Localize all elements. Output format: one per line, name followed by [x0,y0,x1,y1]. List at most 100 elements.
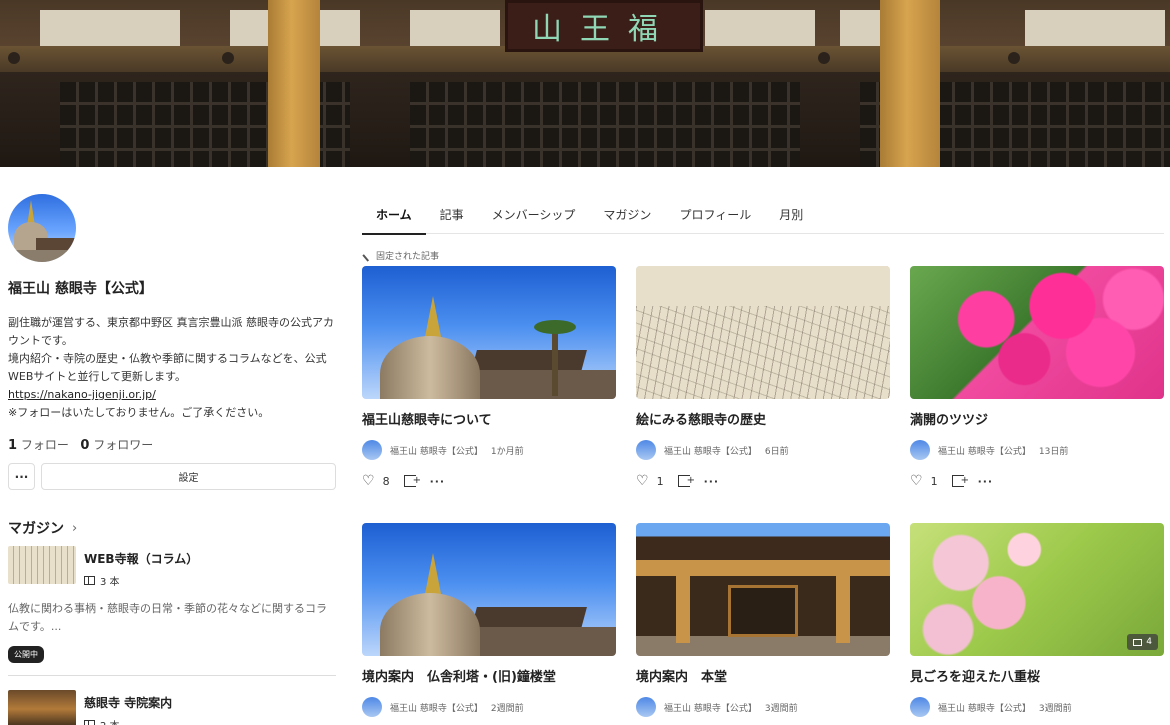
article-thumbnail[interactable] [636,266,890,399]
article-title[interactable]: 福王山慈眼寺について [362,409,616,428]
avatar[interactable] [8,194,76,262]
banner-ornament [8,52,20,64]
divider [8,675,336,676]
add-to-magazine-icon[interactable] [951,475,969,487]
article-card[interactable]: 絵にみる慈眼寺の歴史 福王山 慈眼寺【公式】 6日前 ♡ 1 ··· [636,266,890,488]
banner-panel [1025,10,1165,46]
article-thumbnail[interactable] [362,523,616,656]
tab-magazine[interactable]: マガジン [589,198,665,234]
add-to-magazine-icon[interactable] [677,475,695,487]
more-options-button[interactable]: ··· [8,463,35,490]
author-avatar[interactable] [362,440,382,460]
followers-label: フォロワー [93,438,154,452]
post-time: 2週間前 [490,703,524,714]
post-time: 3週間前 [764,703,798,714]
status-badge: 公開中 [8,646,44,663]
author-name[interactable]: 福王山 慈眼寺【公式】 [664,701,757,714]
pinned-label: 固定された記事 [362,249,440,262]
image-count-badge: 4 [1127,634,1158,650]
article-thumbnail[interactable] [910,266,1164,399]
magazine-thumbnail [8,546,76,584]
article-card[interactable]: 福王山慈眼寺について 福王山 慈眼寺【公式】 1か月前 ♡ 8 ··· [362,266,616,488]
author-avatar[interactable] [910,440,930,460]
magazine-section-heading[interactable]: マガジン › [8,518,336,538]
magazine-title: 慈眼寺 寺院案内 [84,696,173,710]
heart-icon[interactable]: ♡ [636,474,649,488]
settings-button[interactable]: 設定 [41,463,336,490]
banner-ornament [818,52,830,64]
post-time: 3週間前 [1038,703,1072,714]
author-avatar[interactable] [636,697,656,717]
following-label: フォロー [20,438,69,452]
book-icon [84,720,95,725]
author-avatar[interactable] [362,697,382,717]
like-count: 1 [656,474,664,488]
banner-pillar [268,0,320,167]
heart-icon[interactable]: ♡ [362,474,375,488]
article-card[interactable]: 境内案内 本堂 福王山 慈眼寺【公式】 3週間前 [636,523,890,717]
more-options-icon[interactable]: ··· [978,475,994,488]
magazine-count: 3 本 [84,573,198,588]
profile-name: 福王山 慈眼寺【公式】 [8,281,153,297]
add-to-magazine-icon[interactable] [403,475,421,487]
author-avatar[interactable] [636,440,656,460]
pin-icon [362,249,374,262]
author-name[interactable]: 福王山 慈眼寺【公式】 [938,701,1031,714]
author-name[interactable]: 福王山 慈眼寺【公式】 [938,444,1031,457]
author-name[interactable]: 福王山 慈眼寺【公式】 [390,701,483,714]
banner-pillar [880,0,940,167]
article-title[interactable]: 絵にみる慈眼寺の歴史 [636,409,890,428]
post-time: 13日前 [1038,446,1069,457]
article-thumbnail[interactable] [636,523,890,656]
banner-ornament [222,52,234,64]
following-link[interactable]: 1 フォロー [8,438,69,453]
magazine-title: WEB寺報（コラム） [84,552,199,566]
profile-bio: 副住職が運営する、東京都中野区 真言宗豊山派 慈眼寺の公式アカウントです。 境内… [8,314,336,422]
more-options-icon[interactable]: ··· [704,475,720,488]
image-count: 4 [1146,637,1152,647]
like-count: 1 [930,474,938,488]
magazine-item[interactable]: WEB寺報（コラム） 3 本 [8,546,336,588]
article-card[interactable]: 境内案内 仏舎利塔・(旧)鐘楼堂 福王山 慈眼寺【公式】 2週間前 [362,523,616,717]
followers-link[interactable]: 0 フォロワー [80,438,154,453]
bio-line: 副住職が運営する、東京都中野区 真言宗豊山派 慈眼寺の公式アカウントです。 [8,316,334,347]
tab-home[interactable]: ホーム [362,198,426,235]
tab-articles[interactable]: 記事 [426,198,478,234]
following-count: 1 [8,438,18,453]
article-title[interactable]: 見ごろを迎えた八重桜 [910,666,1164,685]
more-options-icon[interactable]: ··· [430,475,446,488]
bio-line: ※フォローはいたしておりません。ご了承ください。 [8,406,270,419]
website-link[interactable]: https://nakano-jigenji.or.jp/ [8,388,156,401]
like-count: 8 [382,474,390,488]
magazine-thumbnail [8,690,76,725]
banner-panel [40,10,180,46]
article-actions: ♡ 8 ··· [362,474,616,488]
article-card[interactable]: 満開のツツジ 福王山 慈眼寺【公式】 13日前 ♡ 1 ··· [910,266,1164,488]
article-title[interactable]: 境内案内 仏舎利塔・(旧)鐘楼堂 [362,666,616,685]
chevron-right-icon: › [72,520,78,536]
article-thumbnail[interactable]: 4 [910,523,1164,656]
author-name[interactable]: 福王山 慈眼寺【公式】 [664,444,757,457]
article-actions: ♡ 1 ··· [910,474,1164,488]
article-thumbnail[interactable] [362,266,616,399]
profile-tabs: ホーム 記事 メンバーシップ マガジン プロフィール 月別 [362,198,1164,235]
article-title[interactable]: 境内案内 本堂 [636,666,890,685]
heart-icon[interactable]: ♡ [910,474,923,488]
pinned-text: 固定された記事 [376,252,440,262]
tab-monthly[interactable]: 月別 [765,198,817,234]
post-time: 1か月前 [490,446,524,457]
article-meta: 福王山 慈眼寺【公式】 2週間前 [362,697,616,717]
tab-profile[interactable]: プロフィール [665,198,765,234]
author-avatar[interactable] [910,697,930,717]
article-actions: ♡ 1 ··· [636,474,890,488]
header-banner: 山王福 [0,0,1170,167]
magazine-item[interactable]: 慈眼寺 寺院案内 2 本 [8,690,336,725]
article-card[interactable]: 4 見ごろを迎えた八重桜 福王山 慈眼寺【公式】 3週間前 [910,523,1164,717]
book-icon [84,576,95,585]
profile-actions: ··· 設定 [8,463,336,490]
tab-membership[interactable]: メンバーシップ [478,198,590,234]
author-name[interactable]: 福王山 慈眼寺【公式】 [390,444,483,457]
article-meta: 福王山 慈眼寺【公式】 13日前 [910,440,1164,460]
article-title[interactable]: 満開のツツジ [910,409,1164,428]
magazine-count: 2 本 [84,717,172,725]
